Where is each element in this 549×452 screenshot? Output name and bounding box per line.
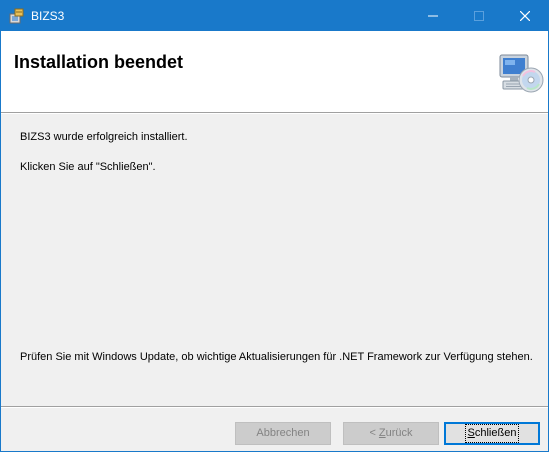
update-hint-text: Prüfen Sie mit Windows Update, ob wichti… <box>20 351 533 363</box>
back-button-prefix: < <box>369 427 379 439</box>
computer-cd-icon <box>497 49 545 97</box>
title-bar[interactable]: BIZS3 <box>1 1 548 31</box>
minimize-button[interactable] <box>410 1 456 31</box>
page-title: Installation beendet <box>14 52 184 72</box>
installer-window: BIZS3 Installation beendet BIZS3 wurde e… <box>0 0 549 452</box>
close-button[interactable]: Schließen <box>444 422 540 445</box>
close-window-button[interactable] <box>502 1 548 31</box>
installer-icon <box>9 8 25 24</box>
close-icon <box>520 11 530 21</box>
minimize-icon <box>428 15 438 17</box>
maximize-icon <box>474 11 484 21</box>
footer-divider-highlight <box>1 407 548 408</box>
close-button-focus: Schließen <box>464 424 520 443</box>
maximize-button <box>456 1 502 31</box>
header-banner: Installation beendet <box>1 31 548 112</box>
cancel-button-label: Abbrechen <box>256 427 310 439</box>
cancel-button[interactable]: Abbrechen <box>235 422 331 445</box>
window-title: BIZS3 <box>31 9 65 23</box>
close-button-mnemonic: S <box>467 427 475 439</box>
back-button-label: urück <box>385 427 413 439</box>
back-button-mnemonic: Z <box>378 427 386 439</box>
success-message: BIZS3 wurde erfolgreich installiert. <box>20 131 188 143</box>
instruction-text: Klicken Sie auf "Schließen". <box>20 161 156 173</box>
content-area: BIZS3 wurde erfolgreich installiert. Kli… <box>1 114 548 403</box>
close-button-label: chließen <box>474 427 517 439</box>
back-button[interactable]: < Zurück <box>343 422 439 445</box>
